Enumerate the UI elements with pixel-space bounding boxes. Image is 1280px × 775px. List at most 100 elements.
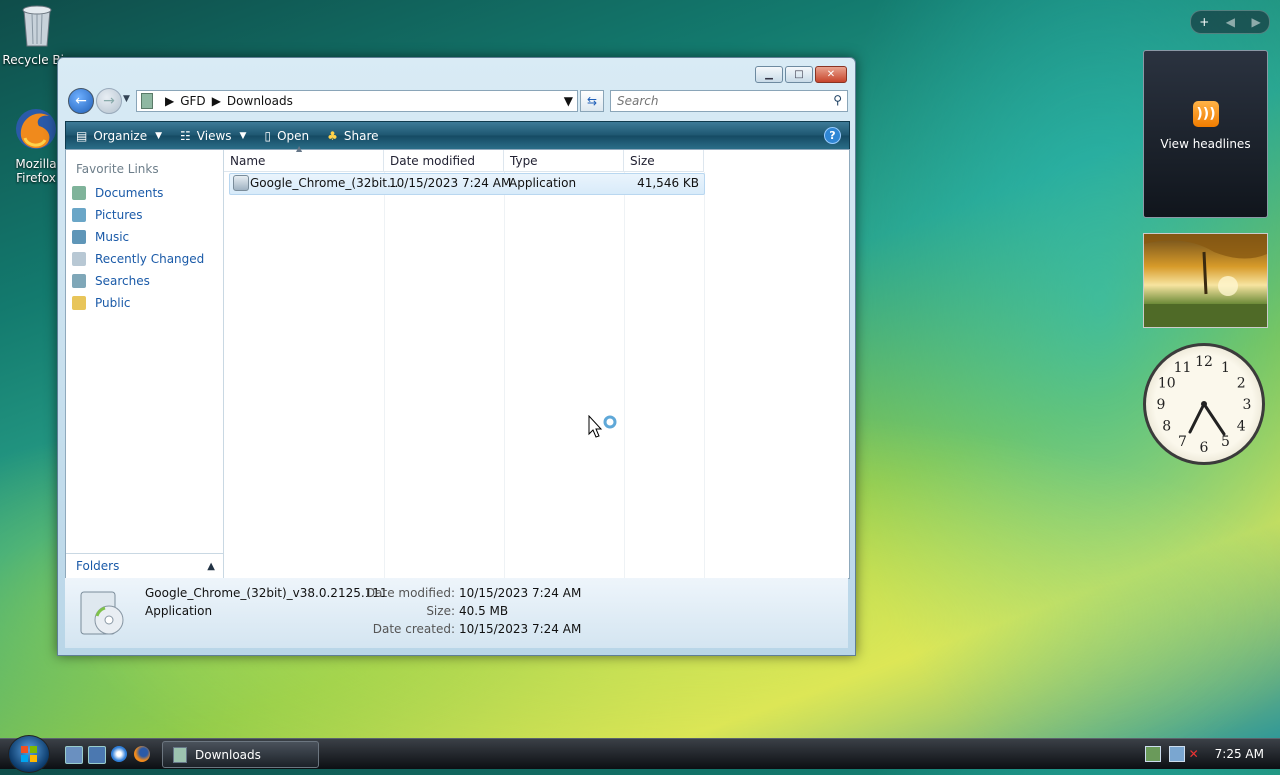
breadcrumb-gfd[interactable]: GFD bbox=[180, 94, 205, 108]
clock-face: 12 12 3 45678 9 1011 bbox=[1157, 354, 1252, 456]
column-header-label: Name bbox=[230, 153, 266, 168]
maximize-button[interactable]: □ bbox=[785, 66, 813, 83]
views-button[interactable]: ☷ Views ▼ bbox=[180, 129, 246, 143]
clock-number: 12 bbox=[1195, 354, 1213, 370]
sidebar-controls: + ◀ ▶ bbox=[1190, 10, 1270, 34]
chevron-down-icon: ▼ bbox=[155, 130, 163, 141]
open-button[interactable]: ▯ Open bbox=[264, 129, 309, 143]
help-button[interactable]: ? bbox=[824, 127, 841, 144]
back-arrow-icon: ← bbox=[75, 93, 87, 109]
share-icon: ♣ bbox=[327, 128, 338, 143]
navigation-pane: Favorite Links Documents Pictures Music … bbox=[66, 150, 224, 578]
installer-icon bbox=[233, 175, 249, 191]
refresh-icon: ⇆ bbox=[586, 94, 598, 108]
slideshow-gadget[interactable] bbox=[1143, 233, 1268, 328]
column-header-name[interactable]: ▲ Name bbox=[224, 144, 384, 172]
explorer-window[interactable]: ▁ □ ✕ ← → ▼ ▶ GFD ▶ Downloads ▼ ⇆ ⚲ ▤ Or… bbox=[57, 57, 856, 656]
previous-page-icon[interactable]: ◀ bbox=[1226, 15, 1235, 29]
view-headlines-label[interactable]: View headlines bbox=[1144, 137, 1267, 151]
search-input[interactable] bbox=[615, 93, 819, 109]
recent-pages-dropdown[interactable]: ▼ bbox=[123, 94, 130, 104]
share-button[interactable]: ♣ Share bbox=[327, 129, 378, 143]
column-header-label: Type bbox=[510, 153, 538, 168]
documents-icon bbox=[72, 186, 86, 200]
nav-item-searches[interactable]: Searches bbox=[72, 270, 204, 292]
public-folder-icon bbox=[72, 296, 86, 310]
chevron-up-icon: ▲ bbox=[207, 560, 215, 572]
column-header-date-modified[interactable]: Date modified bbox=[384, 150, 504, 172]
file-size: 41,546 KB bbox=[637, 176, 699, 190]
network-icon[interactable] bbox=[1168, 746, 1185, 762]
details-modified-value: 10/15/2023 7:24 AM bbox=[459, 586, 582, 600]
details-file-type: Application bbox=[145, 604, 213, 618]
busy-cursor-icon bbox=[588, 414, 618, 444]
minimize-button[interactable]: ▁ bbox=[755, 66, 783, 83]
back-button[interactable]: ← bbox=[68, 88, 94, 114]
feed-headlines-gadget[interactable]: ))) View headlines bbox=[1143, 50, 1268, 218]
breadcrumb-downloads[interactable]: Downloads bbox=[227, 94, 293, 108]
search-box[interactable]: ⚲ bbox=[610, 90, 848, 112]
nav-item-pictures[interactable]: Pictures bbox=[72, 204, 204, 226]
clock-number: 9 bbox=[1157, 397, 1166, 413]
organize-icon: ▤ bbox=[76, 128, 88, 143]
nav-item-music[interactable]: Music bbox=[72, 226, 204, 248]
clock-number: 7 bbox=[1178, 434, 1187, 450]
address-dropdown-icon[interactable]: ▼ bbox=[564, 94, 573, 108]
column-header-size[interactable]: Size bbox=[624, 150, 704, 172]
firefox-icon[interactable] bbox=[134, 746, 150, 762]
clock-time[interactable]: 7:25 AM bbox=[1215, 747, 1264, 761]
column-divider bbox=[504, 172, 505, 578]
open-label: Open bbox=[277, 128, 310, 143]
folder-icon bbox=[141, 93, 153, 109]
internet-explorer-icon[interactable] bbox=[111, 746, 127, 762]
file-type: Application bbox=[509, 176, 577, 190]
details-modified-label: Date modified: bbox=[365, 586, 455, 600]
search-icon[interactable]: ⚲ bbox=[833, 93, 842, 107]
pictures-icon bbox=[72, 208, 86, 222]
clock-minute-hand bbox=[1202, 402, 1226, 436]
volume-muted-icon[interactable]: ✕ bbox=[1189, 747, 1201, 761]
breadcrumb-arrow-icon[interactable]: ▶ bbox=[165, 94, 174, 108]
refresh-button[interactable]: ⇆ bbox=[580, 90, 604, 112]
desktop-icon-label: Mozilla Firefox bbox=[15, 157, 57, 185]
folders-toggle[interactable]: Folders ▲ bbox=[66, 553, 223, 578]
clock-center-pin bbox=[1201, 401, 1207, 407]
favorite-links-title: Favorite Links bbox=[76, 162, 159, 176]
installer-large-icon bbox=[75, 586, 129, 640]
share-label: Share bbox=[343, 128, 379, 143]
file-row[interactable]: Google_Chrome_(32bit... 10/15/2023 7:24 … bbox=[229, 173, 705, 195]
sort-ascending-icon: ▲ bbox=[296, 144, 303, 153]
details-created-label: Date created: bbox=[372, 622, 455, 636]
taskbar: Downloads ✕ 7:25 AM bbox=[0, 735, 1280, 773]
nav-item-label: Pictures bbox=[95, 208, 143, 222]
close-button[interactable]: ✕ bbox=[815, 66, 847, 83]
taskbar-button-label: Downloads bbox=[195, 747, 261, 762]
nav-item-recently-changed[interactable]: Recently Changed bbox=[72, 248, 204, 270]
address-bar[interactable]: ▶ GFD ▶ Downloads ▼ bbox=[136, 90, 578, 112]
views-icon: ☷ bbox=[180, 128, 191, 143]
file-name: Google_Chrome_(32bit... bbox=[250, 176, 399, 190]
nav-item-public[interactable]: Public bbox=[72, 292, 204, 314]
system-tray: ✕ 7:25 AM bbox=[1144, 739, 1280, 769]
show-desktop-icon[interactable] bbox=[65, 746, 83, 764]
folder-icon bbox=[173, 746, 187, 763]
taskbar-button-downloads[interactable]: Downloads bbox=[162, 741, 319, 768]
organize-button[interactable]: ▤ Organize ▼ bbox=[76, 129, 162, 143]
next-page-icon[interactable]: ▶ bbox=[1252, 15, 1261, 29]
help-icon: ? bbox=[829, 129, 836, 142]
add-gadget-button[interactable]: + bbox=[1199, 15, 1209, 29]
windows-sidebar-tray-icon[interactable] bbox=[1144, 746, 1161, 762]
column-header-type[interactable]: Type bbox=[504, 150, 624, 172]
file-list: ▲ Name Date modified Type Size Google_Ch… bbox=[224, 144, 849, 578]
address-row: ← → ▼ ▶ GFD ▶ Downloads ▼ ⇆ ⚲ bbox=[66, 88, 848, 114]
details-created-value: 10/15/2023 7:24 AM bbox=[459, 622, 582, 636]
nav-item-label: Recently Changed bbox=[95, 252, 205, 266]
clock-hour-hand bbox=[1188, 402, 1206, 434]
nav-item-documents[interactable]: Documents bbox=[72, 182, 204, 204]
nav-item-label: Searches bbox=[95, 274, 150, 288]
breadcrumb-arrow-icon[interactable]: ▶ bbox=[212, 94, 221, 108]
switch-windows-icon[interactable] bbox=[88, 746, 106, 764]
start-button[interactable] bbox=[8, 735, 50, 773]
clock-gadget[interactable]: 12 1 2 3 4 5 6 7 8 9 10 11 bbox=[1143, 343, 1265, 465]
forward-button[interactable]: → bbox=[96, 88, 122, 114]
